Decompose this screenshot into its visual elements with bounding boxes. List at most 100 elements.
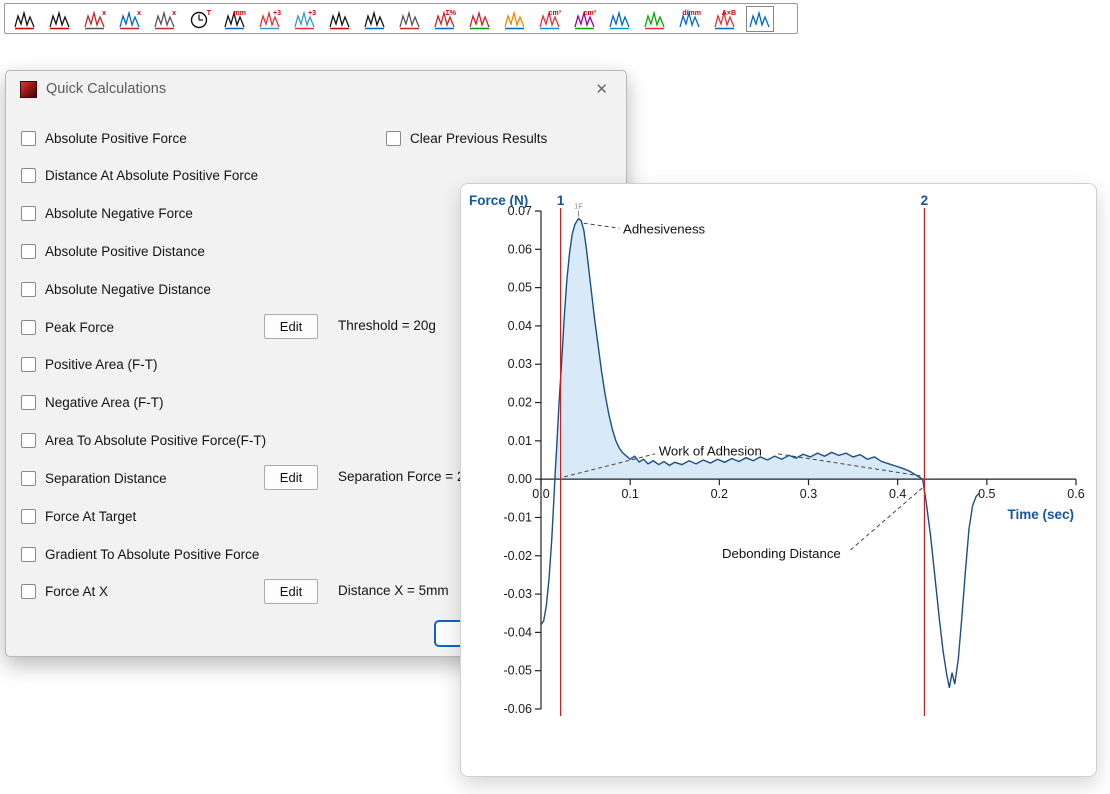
checkbox-absolute-negative-force[interactable] [21, 206, 36, 221]
checkbox-peak-force[interactable] [21, 320, 36, 335]
checkbox-gradient-to-absolute-positive-force[interactable] [21, 547, 36, 562]
svg-text:x: x [172, 10, 176, 17]
checkbox-absolute-positive-force[interactable] [21, 131, 36, 146]
toolbar: x x x Tmm +3 +3 Σ% cm³ cm³ d/mm A×B [4, 3, 798, 34]
svg-text:T: T [207, 10, 212, 17]
chart-window: 0.070.060.050.040.030.020.010.00-0.01-0.… [460, 183, 1097, 777]
svg-text:A×B: A×B [722, 10, 736, 17]
edit-button-peak-force[interactable]: Edit [264, 314, 318, 339]
app-icon [20, 81, 37, 98]
y-tick-label: 0.06 [508, 242, 532, 256]
checkbox-label: Positive Area (F-T) [45, 357, 158, 372]
marker-label-1: 1 [557, 193, 565, 208]
edit-button-separation-distance[interactable]: Edit [264, 465, 318, 490]
peak-marker-label: 1F [574, 202, 583, 211]
trend-markers-icon[interactable] [398, 8, 422, 30]
screen: x x x Tmm +3 +3 Σ% cm³ cm³ d/mm A×B Quick Calculat… [0, 0, 1110, 794]
y-tick-label: 0.05 [508, 281, 532, 295]
event-markers-icon[interactable] [468, 8, 492, 30]
y-tick-label: -0.02 [504, 549, 533, 563]
checkbox-force-at-target[interactable] [21, 509, 36, 524]
svg-text:cm³: cm³ [584, 10, 597, 17]
checkbox-absolute-positive-distance[interactable] [21, 244, 36, 259]
y-axis-title: Force (N) [469, 193, 528, 208]
x-tick-label: 0.3 [800, 487, 817, 501]
divide-x-icon[interactable]: x [153, 8, 177, 30]
smooth-plus3-icon[interactable]: +3 [258, 8, 282, 30]
y-tick-label: 0.03 [508, 357, 532, 371]
checkbox-distance-at-absolute-positive-force[interactable] [21, 168, 36, 183]
y-tick-label: 0.00 [508, 472, 532, 486]
marker-label-2: 2 [921, 193, 929, 208]
x-tick-label: 0.0 [532, 487, 549, 501]
x-tick-label: 0.1 [621, 487, 638, 501]
y-tick-label: -0.06 [504, 702, 533, 716]
distance-mm-icon[interactable]: mm [223, 8, 247, 30]
y-tick-label: 0.02 [508, 396, 532, 410]
waveform-blue-icon[interactable] [608, 8, 632, 30]
checkbox-label: Peak Force [45, 320, 114, 335]
param-force-at-x: Distance X = 5mm [338, 583, 449, 598]
svg-text:d/mm: d/mm [682, 10, 701, 17]
y-tick-label: 0.04 [508, 319, 532, 333]
statistics-sigma-icon[interactable]: Σ% [433, 8, 457, 30]
svg-text:+3: +3 [308, 10, 316, 17]
checkbox-label: Force At Target [45, 509, 136, 524]
edit-button-force-at-x[interactable]: Edit [264, 579, 318, 604]
svg-text:Σ%: Σ% [446, 10, 457, 17]
percent-cm3-icon[interactable]: cm³ [573, 8, 597, 30]
checkbox-absolute-negative-distance[interactable] [21, 282, 36, 297]
positive-area-fill [555, 219, 923, 479]
volume-cm3-icon[interactable]: cm³ [538, 8, 562, 30]
calc-row-clear-previous-results: Clear Previous Results [386, 128, 981, 148]
checkbox-negative-area-f-t[interactable] [21, 395, 36, 410]
annotation-adhesiveness: Adhesiveness [623, 221, 706, 236]
checkbox-force-at-x[interactable] [21, 584, 36, 599]
x-tick-label: 0.4 [889, 487, 906, 501]
svg-text:x: x [102, 10, 106, 17]
y-tick-label: 0.01 [508, 434, 532, 448]
y-tick-label: -0.04 [504, 625, 533, 639]
distance-d-mm-icon[interactable]: d/mm [678, 8, 702, 30]
checkbox-label: Absolute Positive Force [45, 131, 187, 146]
svg-text:x: x [137, 10, 141, 17]
checkbox-label: Distance At Absolute Positive Force [45, 168, 258, 183]
checkbox-label: Force At X [45, 584, 108, 599]
dual-threshold-bars-icon[interactable] [363, 8, 387, 30]
multi-waveform-icon[interactable] [643, 8, 667, 30]
checkbox-area-to-absolute-positive-force-f-t[interactable] [21, 433, 36, 448]
checkbox-separation-distance[interactable] [21, 471, 36, 486]
oscillation-icon[interactable] [503, 8, 527, 30]
svg-text:cm³: cm³ [549, 10, 562, 17]
checkbox-positive-area-f-t[interactable] [21, 357, 36, 372]
checkbox-clear-previous-results[interactable] [386, 131, 401, 146]
checkbox-label: Absolute Negative Force [45, 206, 193, 221]
close-icon[interactable]: ✕ [591, 80, 612, 99]
offset-plus3-icon[interactable]: +3 [293, 8, 317, 30]
time-icon[interactable]: T [188, 8, 212, 30]
checkbox-label: Separation Distance [45, 471, 167, 486]
checkbox-label: Clear Previous Results [410, 131, 547, 146]
average-x-icon[interactable]: x [118, 8, 142, 30]
spline-icon[interactable] [748, 8, 772, 30]
peak-marks-alt-icon[interactable] [48, 8, 72, 30]
x-tick-label: 0.2 [711, 487, 728, 501]
multiply-ab-icon[interactable]: A×B [713, 8, 737, 30]
svg-text:+3: +3 [273, 10, 281, 17]
y-tick-label: -0.03 [504, 587, 533, 601]
x-tick-label: 0.6 [1067, 487, 1084, 501]
annotation-debonding-distance: Debonding Distance [722, 546, 841, 561]
x-axis-title: Time (sec) [1007, 507, 1074, 522]
threshold-bars-icon[interactable] [328, 8, 352, 30]
checkbox-label: Absolute Positive Distance [45, 244, 205, 259]
y-tick-label: -0.05 [504, 664, 533, 678]
peak-marks-icon[interactable] [13, 8, 37, 30]
checkbox-label: Negative Area (F-T) [45, 395, 164, 410]
dialog-title: Quick Calculations [46, 81, 591, 97]
gradient-x-icon[interactable]: x [83, 8, 107, 30]
checkbox-label: Area To Absolute Positive Force(F-T) [45, 433, 266, 448]
chart-svg: 0.070.060.050.040.030.020.010.00-0.01-0.… [461, 184, 1096, 776]
checkbox-label: Gradient To Absolute Positive Force [45, 547, 259, 562]
param-peak-force: Threshold = 20g [338, 318, 436, 333]
y-tick-label: -0.01 [504, 510, 533, 524]
